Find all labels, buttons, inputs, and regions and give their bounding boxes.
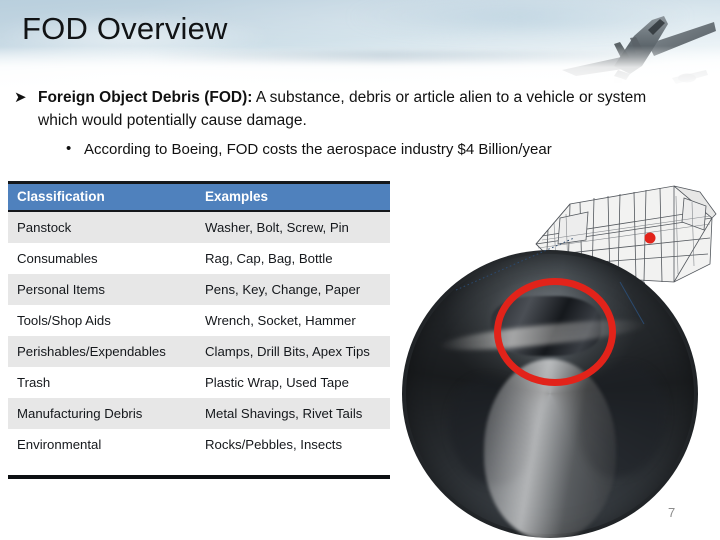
column-header-classification: Classification — [8, 184, 196, 212]
table: Classification Examples Panstock Washer, … — [8, 184, 390, 460]
cell-examples: Wrench, Socket, Hammer — [196, 305, 390, 336]
cell-classification: Trash — [8, 367, 196, 398]
bullet-list: ➤ Foreign Object Debris (FOD): A substan… — [0, 86, 680, 161]
slide-canvas: FOD Overview ➤ Foreign Object Debris (FO… — [0, 0, 720, 540]
table-row: Perishables/Expendables Clamps, Drill Bit… — [8, 336, 390, 367]
bullet-level2-text: According to Boeing, FOD costs the aeros… — [84, 141, 552, 158]
bullet-level1-lead: Foreign Object Debris (FOD): — [38, 89, 253, 106]
cell-examples: Metal Shavings, Rivet Tails — [196, 398, 390, 429]
cell-classification: Tools/Shop Aids — [8, 305, 196, 336]
table-row: Tools/Shop Aids Wrench, Socket, Hammer — [8, 305, 390, 336]
table-row: Manufacturing Debris Metal Shavings, Rive… — [8, 398, 390, 429]
table-bottom-border — [8, 475, 390, 479]
table-header-row: Classification Examples — [8, 184, 390, 212]
table-body: Panstock Washer, Bolt, Screw, Pin Consumab… — [8, 211, 390, 460]
dot-bullet-icon: • — [66, 140, 72, 157]
banner-fade — [0, 46, 720, 88]
column-header-examples: Examples — [196, 184, 390, 212]
red-highlight-circle — [494, 278, 616, 386]
table-row: Personal Items Pens, Key, Change, Paper — [8, 274, 390, 305]
cell-classification: Consumables — [8, 243, 196, 274]
page-title: FOD Overview — [22, 11, 228, 46]
cell-examples: Clamps, Drill Bits, Apex Tips — [196, 336, 390, 367]
photo-center-cone — [484, 359, 616, 538]
table-row: Consumables Rag, Cap, Bag, Bottle — [8, 243, 390, 274]
bullet-level1: ➤ Foreign Object Debris (FOD): A substan… — [14, 86, 680, 132]
artwork-group — [396, 172, 720, 540]
page-number: 7 — [668, 505, 676, 520]
table-row: Trash Plastic Wrap, Used Tape — [8, 367, 390, 398]
cell-examples: Plastic Wrap, Used Tape — [196, 367, 390, 398]
table-row: Panstock Washer, Bolt, Screw, Pin — [8, 211, 390, 243]
cell-classification: Manufacturing Debris — [8, 398, 196, 429]
cell-classification: Panstock — [8, 211, 196, 243]
fod-classification-table: Classification Examples Panstock Washer, … — [8, 181, 390, 479]
cell-examples: Rocks/Pebbles, Insects — [196, 429, 390, 460]
cell-classification: Environmental — [8, 429, 196, 460]
cell-examples: Pens, Key, Change, Paper — [196, 274, 390, 305]
cell-examples: Washer, Bolt, Screw, Pin — [196, 211, 390, 243]
cell-examples: Rag, Cap, Bag, Bottle — [196, 243, 390, 274]
cell-classification: Perishables/Expendables — [8, 336, 196, 367]
arrow-bullet-icon: ➤ — [14, 89, 27, 106]
cell-classification: Personal Items — [8, 274, 196, 305]
table-row: Environmental Rocks/Pebbles, Insects — [8, 429, 390, 460]
fod-damage-photo — [402, 250, 698, 538]
bullet-level2: • According to Boeing, FOD costs the aer… — [62, 139, 680, 161]
